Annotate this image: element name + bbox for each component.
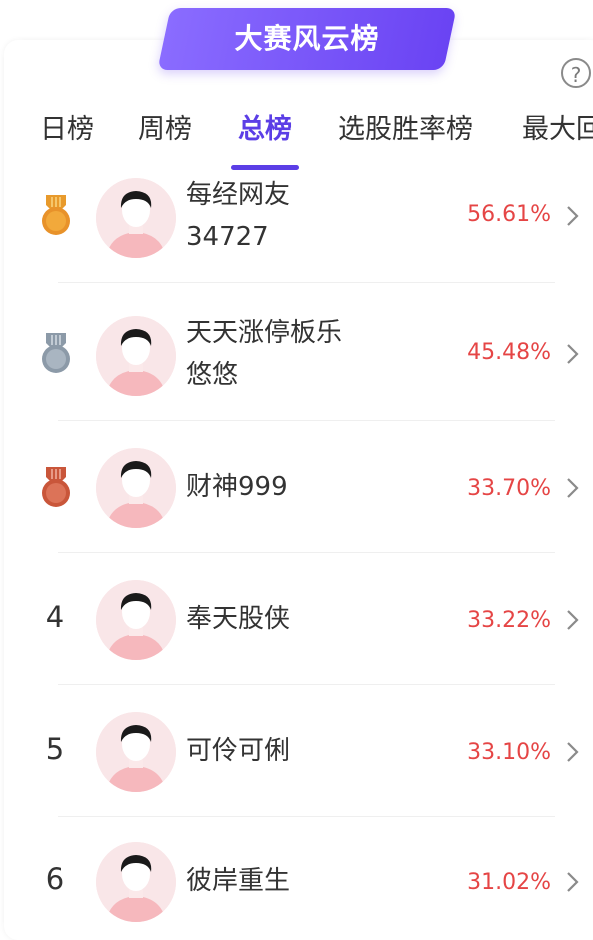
tab-daily[interactable]: 日榜 xyxy=(40,108,94,156)
bronze-medal-icon xyxy=(42,467,70,507)
divider xyxy=(58,816,555,817)
win-rate: 33.70% xyxy=(467,476,551,501)
username: 每经网友 xyxy=(186,180,291,210)
divider xyxy=(58,282,555,283)
username: 财神999 xyxy=(186,472,288,502)
win-rate: 45.48% xyxy=(467,340,551,365)
chevron-right-icon[interactable] xyxy=(565,342,581,366)
gold-medal-icon xyxy=(42,195,70,235)
username: 可伶可俐 xyxy=(186,736,291,766)
avatar xyxy=(96,178,176,258)
leaderboard-row[interactable]: 天天涨停板乐 悠悠 45.48% xyxy=(0,314,593,422)
win-rate: 33.10% xyxy=(467,740,551,765)
win-rate: 31.02% xyxy=(467,870,551,895)
username-line2: 34727 xyxy=(186,222,269,252)
tab-win-rate[interactable]: 选股胜率榜 xyxy=(338,108,473,156)
tab-max-drawdown[interactable]: 最大回 xyxy=(522,108,593,156)
chevron-right-icon[interactable] xyxy=(565,870,581,894)
rank-number: 4 xyxy=(45,600,65,634)
username: 彼岸重生 xyxy=(186,866,291,896)
rank-number: 5 xyxy=(45,732,65,766)
avatar xyxy=(96,712,176,792)
username: 天天涨停板乐 xyxy=(186,318,343,348)
tab-weekly[interactable]: 周榜 xyxy=(138,108,192,156)
leaderboard-row[interactable]: 5 可伶可俐 33.10% xyxy=(0,712,593,817)
leaderboard-row[interactable]: 6 彼岸重生 31.02% xyxy=(0,842,593,930)
leaderboard-row[interactable]: 财神999 33.70% xyxy=(0,448,593,553)
page-title: 大赛风云榜 xyxy=(234,22,380,55)
divider xyxy=(58,420,555,421)
chevron-right-icon[interactable] xyxy=(565,476,581,500)
chevron-right-icon[interactable] xyxy=(565,204,581,228)
rank-number: 6 xyxy=(45,862,65,896)
chevron-right-icon[interactable] xyxy=(565,740,581,764)
help-icon[interactable]: ? xyxy=(561,58,591,88)
username-line2: 悠悠 xyxy=(186,360,239,390)
win-rate: 33.22% xyxy=(467,608,551,633)
avatar xyxy=(96,448,176,528)
tab-overall[interactable]: 总榜 xyxy=(238,108,292,156)
avatar xyxy=(96,580,176,660)
win-rate: 56.61% xyxy=(467,202,551,227)
leaderboard-row[interactable]: 4 奉天股侠 33.22% xyxy=(0,580,593,685)
divider xyxy=(58,684,555,685)
chevron-right-icon[interactable] xyxy=(565,608,581,632)
avatar xyxy=(96,842,176,922)
silver-medal-icon xyxy=(42,333,70,373)
tab-bar: 日榜 周榜 总榜 选股胜率榜 最大回 xyxy=(0,108,593,168)
leaderboard-row[interactable]: 每经网友 34727 56.61% xyxy=(0,176,593,284)
divider xyxy=(58,552,555,553)
active-tab-indicator xyxy=(231,165,299,170)
username: 奉天股侠 xyxy=(186,604,291,634)
avatar xyxy=(96,316,176,396)
